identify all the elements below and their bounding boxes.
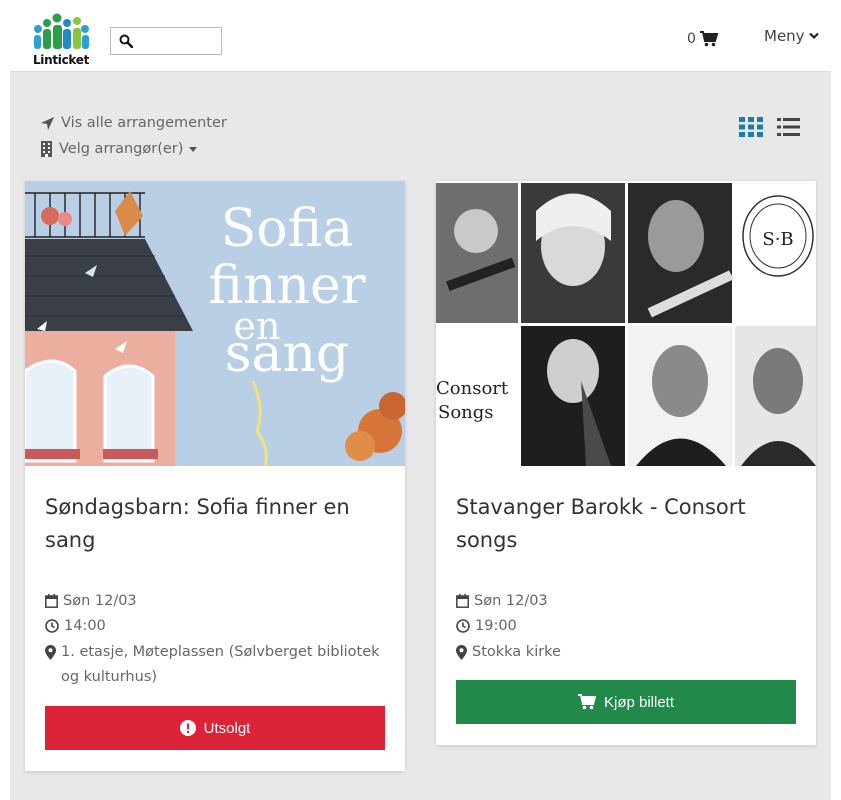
sold-out-button[interactable]: Utsolgt (45, 706, 385, 750)
show-all-events-link[interactable]: Vis alle arrangementer (40, 115, 227, 131)
map-marker-icon (45, 645, 56, 660)
cart-count: 0 (687, 31, 696, 47)
linticket-logo[interactable]: Linticket (30, 11, 92, 69)
event-location-text: Stokka kirke (472, 644, 561, 660)
event-time-text: 19:00 (475, 618, 517, 634)
location-arrow-icon (40, 116, 55, 130)
calendar-icon (456, 594, 469, 608)
event-date-text: Søn 12/03 (474, 593, 548, 609)
event-location-text: 1. etasje, Møteplassen (Sølvberget bibli… (61, 644, 380, 685)
search-input[interactable] (139, 30, 219, 52)
view-toggle (739, 117, 800, 137)
grid-view-icon[interactable] (739, 117, 763, 137)
event-illustration: Sofia finner en sang (25, 181, 405, 466)
event-time: 14:00 (45, 614, 106, 639)
clock-icon (45, 619, 59, 633)
list-view-icon[interactable] (777, 117, 800, 137)
logo-text: Linticket (32, 53, 90, 67)
event-image[interactable]: S·B Consort Songs (436, 181, 816, 466)
image-title-line-1: Sofia (221, 199, 354, 259)
event-photo-collage: S·B Consort Songs (436, 181, 816, 466)
chevron-down-icon (808, 32, 819, 40)
caret-down-icon (189, 146, 198, 152)
logo-mark-icon (34, 13, 89, 49)
shopping-cart-icon (577, 694, 596, 710)
menu-label: Meny (764, 27, 805, 45)
image-title-line-2: finner (208, 256, 365, 316)
building-icon (41, 141, 52, 157)
event-title[interactable]: Søndagsbarn: Sofia finner en sang (45, 491, 385, 557)
event-image[interactable]: Sofia finner en sang (25, 181, 405, 466)
sb-logo-text: S·B (762, 229, 793, 250)
select-organizer-dropdown[interactable]: Velg arrangør(er) (40, 141, 198, 157)
event-card[interactable]: S·B Consort Songs Stavanger Barokk - Con… (436, 181, 816, 745)
map-marker-icon (456, 645, 467, 660)
image-title-line-4: sang (225, 324, 349, 384)
image-text-songs: Songs (438, 402, 494, 423)
event-date: Søn 12/03 (456, 589, 548, 614)
show-all-label: Vis alle arrangementer (61, 115, 227, 131)
select-organizer-label: Velg arrangør(er) (59, 141, 184, 157)
search-icon (119, 34, 133, 48)
event-date: Søn 12/03 (45, 589, 137, 614)
clock-icon (456, 619, 470, 633)
event-location: Stokka kirke (456, 640, 561, 665)
buy-ticket-label: Kjøp billett (603, 693, 675, 711)
buy-ticket-button[interactable]: Kjøp billett (456, 680, 796, 724)
event-time-text: 14:00 (64, 618, 106, 634)
event-location: 1. etasje, Møteplassen (Sølvberget bibli… (45, 640, 385, 690)
event-card[interactable]: Sofia finner en sang Søndagsbarn: Sofia … (25, 181, 405, 771)
menu-dropdown[interactable]: Meny (764, 27, 819, 45)
sold-out-label: Utsolgt (203, 719, 251, 737)
cart-button[interactable]: 0 (687, 31, 718, 47)
image-text-consort: Consort (436, 378, 509, 399)
event-time: 19:00 (456, 614, 517, 639)
event-title[interactable]: Stavanger Barokk - Consort songs (456, 491, 796, 557)
exclamation-circle-icon (179, 720, 196, 736)
search-box[interactable] (110, 27, 222, 55)
shopping-cart-icon (699, 31, 718, 47)
event-date-text: Søn 12/03 (63, 593, 137, 609)
calendar-icon (45, 594, 58, 608)
header: Linticket 0 Meny (10, 5, 831, 72)
